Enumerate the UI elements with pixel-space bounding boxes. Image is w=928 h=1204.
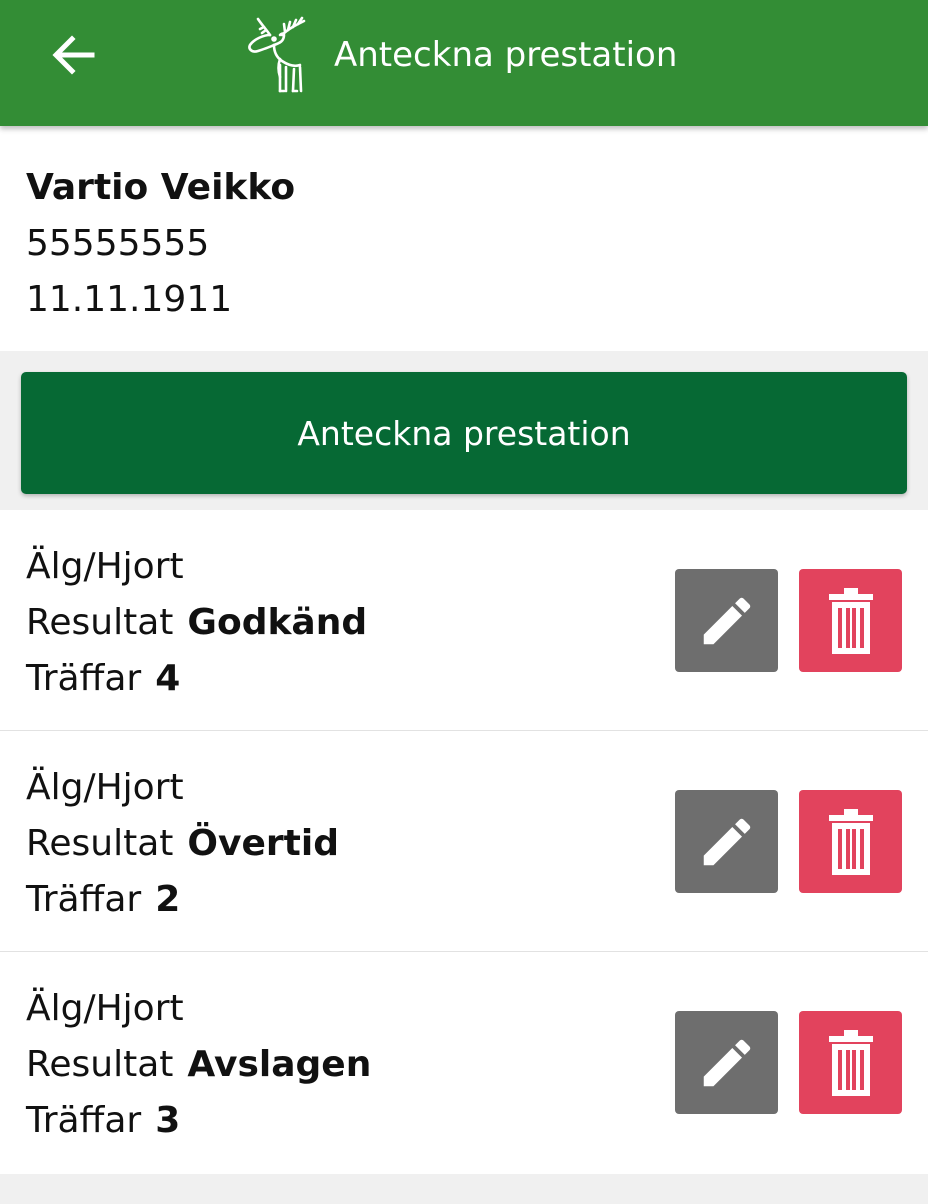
app-bar-title: Anteckna prestation xyxy=(334,35,678,75)
pencil-icon xyxy=(703,818,750,865)
edit-button[interactable] xyxy=(675,790,778,893)
delete-button[interactable] xyxy=(799,569,902,672)
app-bar: Anteckna prestation xyxy=(0,0,928,126)
person-id: 55555555 xyxy=(26,223,210,264)
edit-button[interactable] xyxy=(675,569,778,672)
anteckna-prestation-button[interactable]: Anteckna prestation xyxy=(21,372,907,494)
trash-icon xyxy=(828,1029,873,1096)
hits-line: Träffar 4 xyxy=(26,657,180,701)
person-name: Vartio Veikko xyxy=(26,167,296,208)
performance-type: Älg/Hjort xyxy=(26,767,184,808)
performance-type: Älg/Hjort xyxy=(26,546,184,587)
hits-value: 2 xyxy=(155,879,181,920)
performance-type: Älg/Hjort xyxy=(26,988,184,1029)
result-label: Resultat xyxy=(26,823,174,864)
edit-button[interactable] xyxy=(675,1011,778,1114)
result-value: Godkänd xyxy=(187,602,368,643)
pencil-icon xyxy=(703,1039,750,1086)
hits-label: Träffar xyxy=(26,658,142,699)
back-button[interactable] xyxy=(40,25,106,85)
hits-label: Träffar xyxy=(26,1100,142,1141)
trash-icon xyxy=(828,808,873,875)
person-birthdate: 11.11.1911 xyxy=(26,279,233,320)
person-card: Vartio Veikko 55555555 11.11.1911 xyxy=(0,126,928,351)
list-item: Älg/Hjort Resultat Övertid Träffar 2 xyxy=(0,731,928,952)
hits-value: 4 xyxy=(155,658,181,699)
moose-logo-icon xyxy=(248,16,306,93)
list-item: Älg/Hjort Resultat Avslagen Träffar 3 xyxy=(0,952,928,1174)
result-value: Avslagen xyxy=(187,1044,372,1085)
result-label: Resultat xyxy=(26,602,174,643)
pencil-icon xyxy=(703,597,750,644)
result-value: Övertid xyxy=(187,823,339,864)
hits-line: Träffar 2 xyxy=(26,878,180,922)
result-line: Resultat Övertid xyxy=(26,822,339,866)
result-label: Resultat xyxy=(26,1044,174,1085)
result-line: Resultat Godkänd xyxy=(26,601,367,645)
hits-line: Träffar 3 xyxy=(26,1099,180,1143)
hits-value: 3 xyxy=(155,1100,181,1141)
trash-icon xyxy=(828,587,873,654)
list-item: Älg/Hjort Resultat Godkänd Träffar 4 xyxy=(0,510,928,731)
hits-label: Träffar xyxy=(26,879,142,920)
delete-button[interactable] xyxy=(799,790,902,893)
delete-button[interactable] xyxy=(799,1011,902,1114)
performance-list: Älg/Hjort Resultat Godkänd Träffar 4 Älg/H… xyxy=(0,510,928,1174)
result-line: Resultat Avslagen xyxy=(26,1043,371,1087)
arrow-left-icon xyxy=(52,35,95,75)
